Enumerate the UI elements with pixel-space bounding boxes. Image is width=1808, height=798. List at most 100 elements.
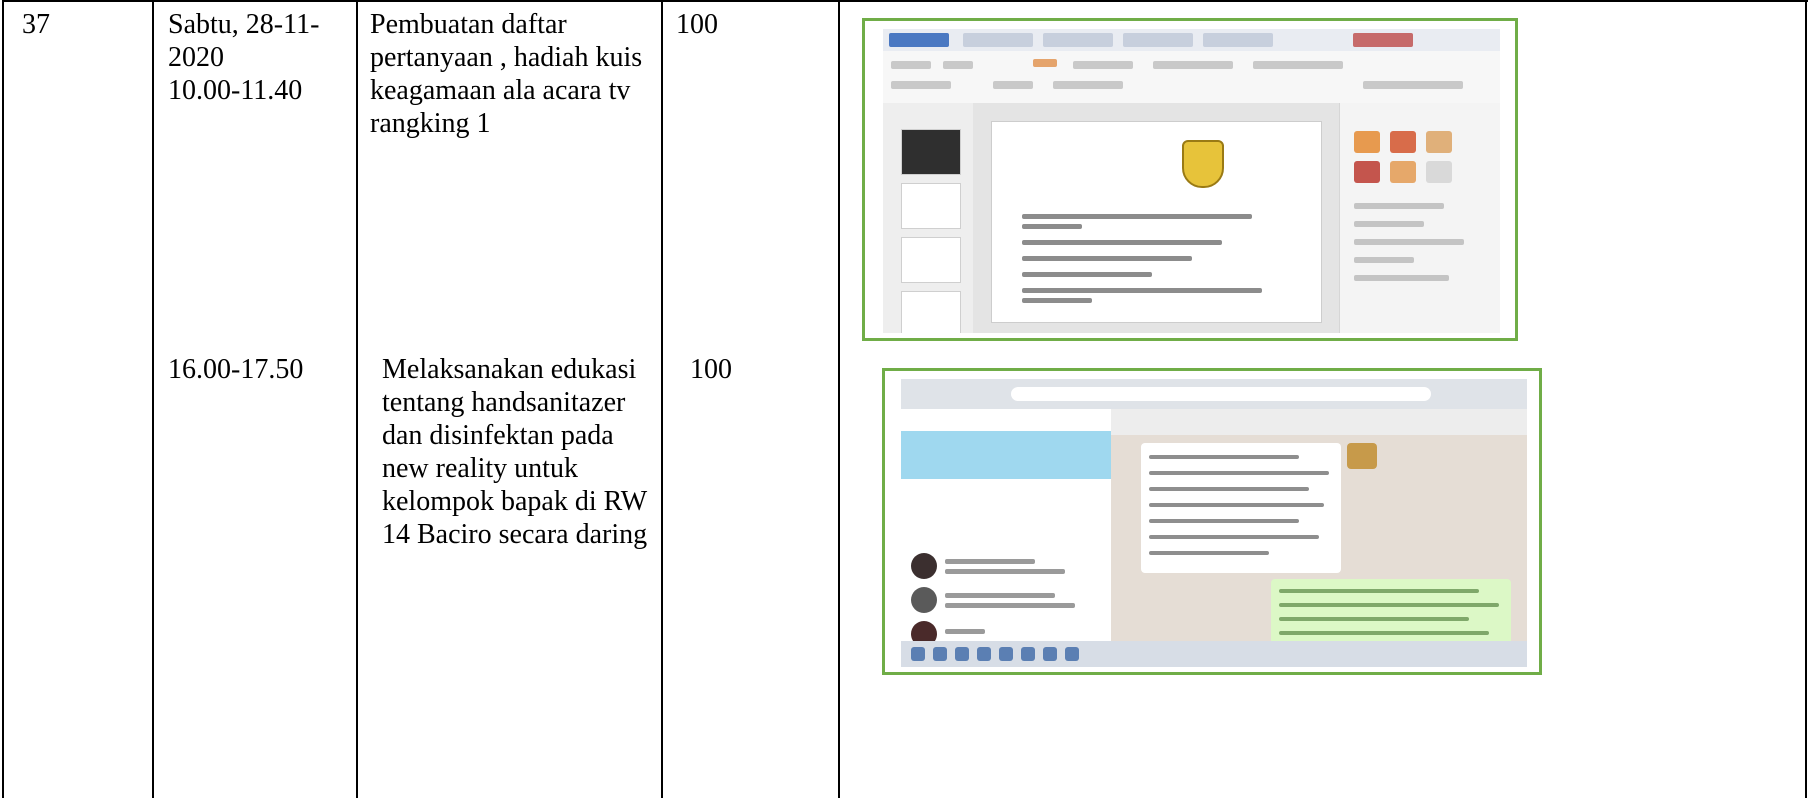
column-divider-3	[661, 0, 663, 798]
outgoing-message	[1271, 579, 1511, 649]
avatar	[911, 587, 937, 613]
message-line	[1149, 519, 1299, 523]
message-line	[1149, 551, 1269, 555]
message-line	[1279, 603, 1499, 607]
taskbar	[901, 641, 1527, 667]
message-line	[1279, 617, 1469, 621]
chat-list-item	[911, 549, 1101, 583]
chat-name	[945, 629, 985, 634]
slide-thumbnail	[901, 237, 961, 283]
panel-control	[1354, 257, 1414, 263]
taskbar-app-icon	[1021, 647, 1035, 661]
ribbon-control	[993, 81, 1033, 89]
taskbar-app-icon	[1065, 647, 1079, 661]
slide-text-line	[1022, 240, 1222, 245]
design-side-panel	[1339, 103, 1500, 333]
conversation-header	[1111, 409, 1527, 435]
date-time-cell: Sabtu, 28-11- 2020 10.00-11.40	[168, 9, 320, 106]
notification-banner	[901, 431, 1111, 479]
column-divider-4	[838, 0, 840, 798]
slide-thumbnail	[901, 183, 961, 229]
window-tab	[1203, 33, 1273, 47]
design-swatch	[1390, 161, 1416, 183]
message-line	[1149, 455, 1299, 459]
slide-text-line	[1022, 214, 1252, 219]
window-titlebar	[883, 29, 1500, 51]
window-tab	[963, 33, 1033, 47]
message-line	[1149, 535, 1319, 539]
evidence-frame-2	[882, 368, 1542, 675]
incoming-message	[1141, 443, 1341, 573]
design-swatch	[1354, 131, 1380, 153]
panel-control	[1354, 203, 1444, 209]
slide-text-line	[1022, 272, 1152, 277]
activity-cell: Melaksanakan edukasi tentang handsanitaz…	[382, 354, 648, 550]
score-cell: 100	[690, 354, 732, 385]
slide	[991, 121, 1322, 323]
message-line	[1279, 631, 1489, 635]
design-swatch	[1390, 131, 1416, 153]
slide-canvas	[973, 103, 1340, 333]
ribbon-control	[1053, 81, 1123, 89]
panel-control	[1354, 221, 1424, 227]
evidence-frame-1	[862, 18, 1518, 341]
presentation-editor-screenshot	[883, 29, 1500, 333]
window-tab	[889, 33, 949, 47]
slide-text-line	[1022, 298, 1092, 303]
window-tab	[1123, 33, 1193, 47]
conversation-panel	[1111, 409, 1527, 649]
design-swatch	[1426, 161, 1452, 183]
chat-app-screenshot	[901, 379, 1527, 667]
slide-thumbnail-panel	[883, 103, 974, 333]
avatar	[911, 553, 937, 579]
chat-preview	[945, 569, 1065, 574]
message-line	[1149, 471, 1329, 475]
chat-list-item	[911, 583, 1101, 617]
panel-control	[1354, 239, 1464, 245]
ribbon-toolbar	[883, 51, 1500, 104]
slide-text-line	[1022, 256, 1192, 261]
chat-name	[945, 559, 1035, 564]
table-top-border	[2, 0, 1808, 2]
ribbon-control	[1153, 61, 1233, 69]
ribbon-control	[891, 81, 951, 89]
slide-text-line	[1022, 288, 1262, 293]
activity-cell: Pembuatan daftar pertanyaan , hadiah kui…	[370, 9, 643, 139]
incoming-image	[1347, 443, 1377, 469]
row-number: 37	[22, 9, 50, 40]
chat-list-panel	[901, 409, 1112, 667]
table-left-border	[2, 0, 4, 798]
slide-thumbnail	[901, 129, 961, 175]
slide-thumbnail	[901, 291, 961, 333]
chat-preview	[945, 603, 1075, 608]
score-cell: 100	[676, 9, 718, 40]
date-time-cell: 16.00-17.50	[168, 354, 304, 385]
column-divider-1	[152, 0, 154, 798]
ribbon-control	[1033, 59, 1057, 67]
design-swatch	[1426, 131, 1452, 153]
panel-control	[1354, 275, 1449, 281]
taskbar-app-icon	[1043, 647, 1057, 661]
emblem-icon	[1182, 140, 1224, 188]
window-tab	[1043, 33, 1113, 47]
ribbon-control	[1073, 61, 1133, 69]
taskbar-app-icon	[911, 647, 925, 661]
table-right-border	[1805, 0, 1807, 798]
slide-text-line	[1022, 224, 1082, 229]
taskbar-app-icon	[977, 647, 991, 661]
ribbon-control	[1253, 61, 1343, 69]
taskbar-app-icon	[955, 647, 969, 661]
browser-toolbar	[901, 379, 1527, 409]
taskbar-app-icon	[999, 647, 1013, 661]
message-line	[1149, 487, 1309, 491]
ribbon-control	[943, 61, 973, 69]
ribbon-control	[891, 61, 931, 69]
message-line	[1149, 503, 1324, 507]
message-line	[1279, 589, 1479, 593]
window-tab	[1353, 33, 1413, 47]
chat-name	[945, 593, 1055, 598]
ribbon-control	[1363, 81, 1463, 89]
design-swatch	[1354, 161, 1380, 183]
taskbar-app-icon	[933, 647, 947, 661]
address-bar	[1011, 387, 1431, 401]
